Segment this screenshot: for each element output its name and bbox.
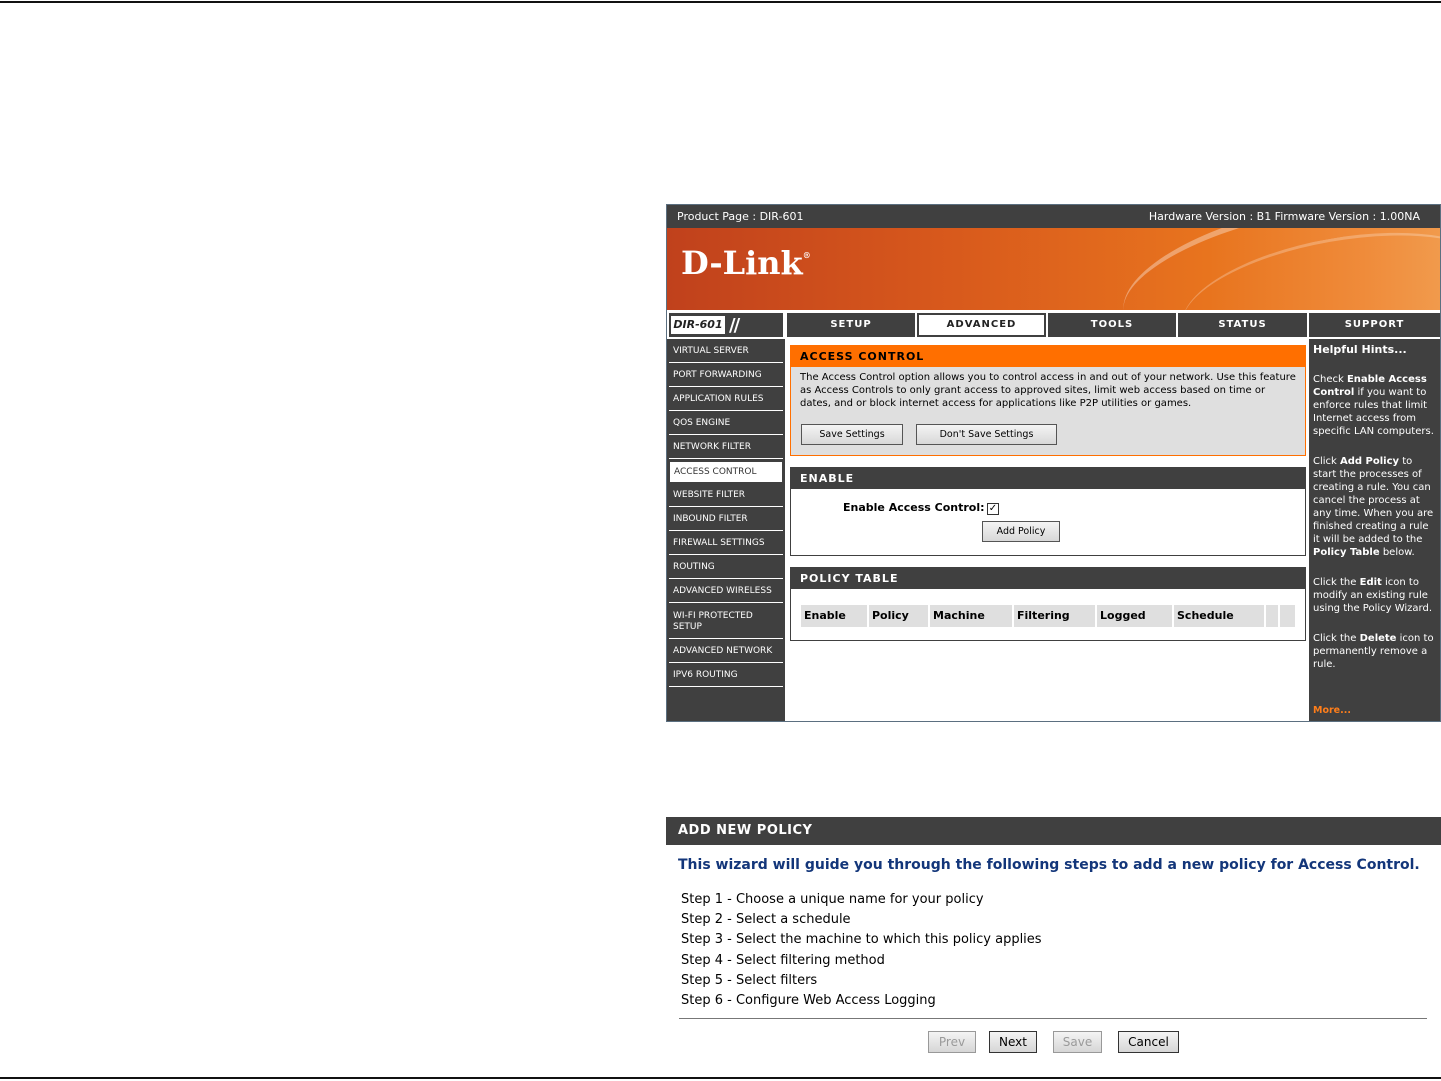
wizard-step: Step 5 - Select filters <box>681 972 818 988</box>
router-access-control-page: Product Page : DIR-601 Hardware Version … <box>666 204 1441 722</box>
sidebar-item-application-rules[interactable]: APPLICATION RULES <box>669 389 783 411</box>
column-enable: Enable <box>801 605 869 627</box>
hint-enable: Check Enable Access Control if you want … <box>1313 374 1434 437</box>
prev-button[interactable]: Prev <box>928 1031 976 1053</box>
enable-section: ENABLE Enable Access Control: ✓ Add Poli… <box>790 467 1306 556</box>
enable-access-control-checkbox[interactable]: ✓ <box>987 503 999 515</box>
registered-mark: ® <box>802 250 811 260</box>
tab-support[interactable]: SUPPORT <box>1309 313 1440 337</box>
hint-delete: Click the Delete icon to permanently rem… <box>1313 633 1434 670</box>
sidebar-item-virtual-server[interactable]: VIRTUAL SERVER <box>669 341 783 363</box>
sidebar-item-port-forwarding[interactable]: PORT FORWARDING <box>669 365 783 387</box>
policy-table-title: POLICY TABLE <box>791 568 1305 589</box>
main-nav: DIR-601 // SETUP ADVANCED TOOLS STATUS S… <box>667 312 1440 338</box>
wizard-step: Step 4 - Select filtering method <box>681 952 885 968</box>
model-label: DIR-601 <box>671 316 725 334</box>
hint-add-policy: Click Add Policy to start the processes … <box>1313 456 1434 558</box>
column-policy: Policy <box>869 605 930 627</box>
access-control-title: ACCESS CONTROL <box>791 346 1305 367</box>
wizard-step: Step 1 - Choose a unique name for your p… <box>681 892 984 907</box>
hint-edit: Click the Edit icon to modify an existin… <box>1313 577 1433 614</box>
save-settings-button[interactable]: Save Settings <box>801 424 903 445</box>
brand-banner: D-Link® <box>667 228 1440 310</box>
logo-text: D-Link <box>681 244 803 282</box>
sidebar: VIRTUAL SERVER PORT FORWARDING APPLICATI… <box>667 339 785 721</box>
enable-title: ENABLE <box>791 468 1305 489</box>
wizard-step: Step 3 - Select the machine to which thi… <box>681 932 1042 948</box>
tab-tools[interactable]: TOOLS <box>1048 313 1176 337</box>
wizard-intro: This wizard will guide you through the f… <box>678 857 1420 873</box>
wizard-title: ADD NEW POLICY <box>666 817 1441 845</box>
save-button[interactable]: Save <box>1053 1031 1102 1053</box>
sidebar-item-advanced-network[interactable]: ADVANCED NETWORK <box>669 641 783 663</box>
product-page-label: Product Page : DIR-601 <box>677 210 804 223</box>
sidebar-item-advanced-wireless[interactable]: ADVANCED WIRELESS <box>669 581 783 603</box>
router-top-bar: Product Page : DIR-601 Hardware Version … <box>667 205 1440 228</box>
policy-table-section: POLICY TABLE Enable Policy Machine Filte… <box>790 567 1306 641</box>
version-label: Hardware Version : B1 Firmware Version :… <box>1148 210 1420 223</box>
sidebar-item-firewall-settings[interactable]: FIREWALL SETTINGS <box>669 533 783 555</box>
column-filtering: Filtering <box>1014 605 1097 627</box>
column-logged: Logged <box>1097 605 1174 627</box>
dlink-logo: D-Link® <box>681 244 811 282</box>
more-link[interactable]: More... <box>1313 704 1351 717</box>
wizard-step: Step 6 - Configure Web Access Logging <box>681 993 936 1009</box>
sidebar-item-network-filter[interactable]: NETWORK FILTER <box>669 437 783 459</box>
main-content: ACCESS CONTROL The Access Control option… <box>787 339 1307 721</box>
column-delete <box>1280 605 1295 627</box>
sidebar-item-website-filter[interactable]: WEBSITE FILTER <box>669 485 783 507</box>
dont-save-settings-button[interactable]: Don't Save Settings <box>916 424 1057 445</box>
tab-advanced[interactable]: ADVANCED <box>917 313 1046 337</box>
hints-title: Helpful Hints... <box>1313 343 1407 356</box>
sidebar-item-routing[interactable]: ROUTING <box>669 557 783 579</box>
helpful-hints-panel: Helpful Hints... Check Enable Access Con… <box>1309 339 1440 721</box>
access-control-description: The Access Control option allows you to … <box>800 372 1296 409</box>
enable-access-control-label: Enable Access Control: <box>843 501 985 514</box>
column-machine: Machine <box>930 605 1014 627</box>
wizard-steps: Step 1 - Choose a unique name for your p… <box>681 890 1042 1011</box>
tab-setup[interactable]: SETUP <box>787 313 915 337</box>
model-badge: DIR-601 // <box>669 313 783 337</box>
cancel-button[interactable]: Cancel <box>1118 1031 1179 1053</box>
access-control-section: ACCESS CONTROL The Access Control option… <box>790 345 1306 456</box>
slash-decoration: // <box>729 315 740 336</box>
sidebar-item-wifi-protected-setup[interactable]: WI-FI PROTECTED SETUP <box>669 605 783 639</box>
column-schedule: Schedule <box>1174 605 1266 627</box>
wizard-step: Step 2 - Select a schedule <box>681 912 851 928</box>
sidebar-item-access-control[interactable]: ACCESS CONTROL <box>669 461 783 483</box>
policy-table-header: Enable Policy Machine Filtering Logged S… <box>801 605 1295 627</box>
next-button[interactable]: Next <box>989 1031 1037 1053</box>
sidebar-item-ipv6-routing[interactable]: IPV6 ROUTING <box>669 665 783 687</box>
page-top-rule <box>0 1 1441 3</box>
sidebar-item-inbound-filter[interactable]: INBOUND FILTER <box>669 509 783 531</box>
add-policy-button[interactable]: Add Policy <box>982 521 1060 542</box>
wizard-divider <box>679 1018 1427 1019</box>
sidebar-item-qos-engine[interactable]: QOS ENGINE <box>669 413 783 435</box>
add-new-policy-wizard: ADD NEW POLICY This wizard will guide yo… <box>666 817 1441 1067</box>
tab-status[interactable]: STATUS <box>1178 313 1307 337</box>
page-bottom-rule <box>0 1077 1441 1079</box>
column-edit <box>1266 605 1280 627</box>
